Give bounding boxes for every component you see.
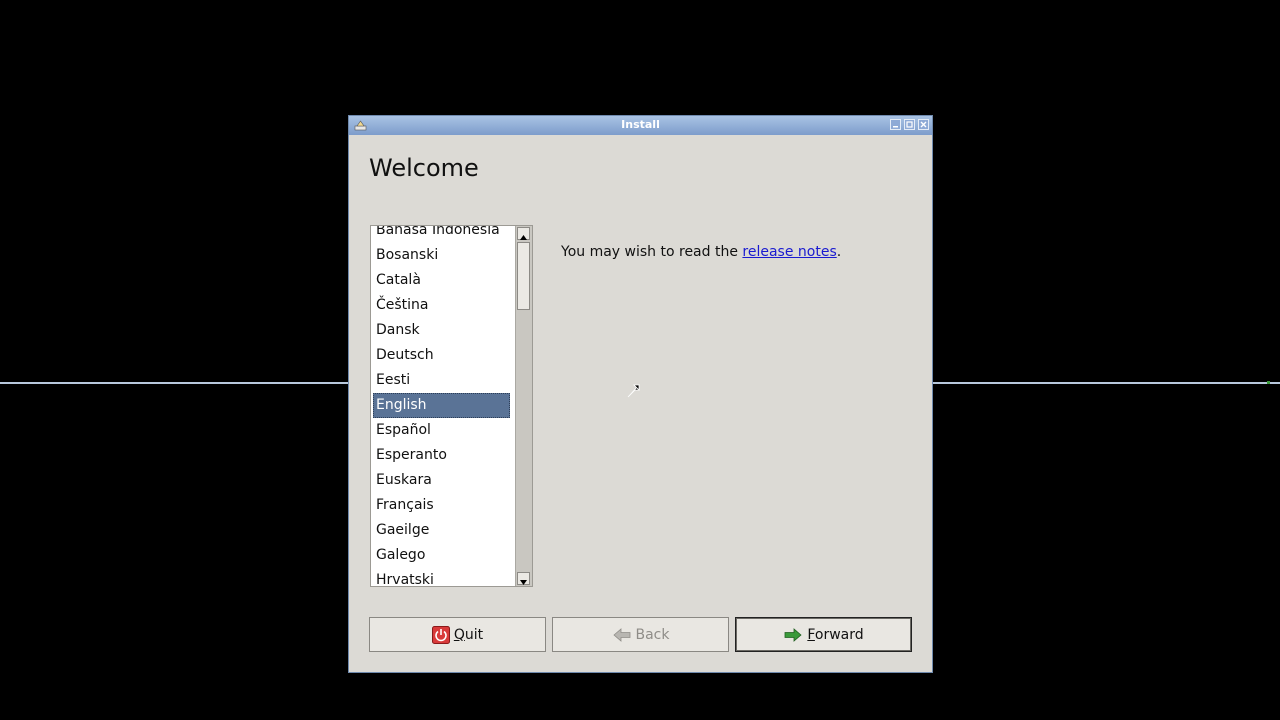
window-title: Install	[621, 118, 660, 131]
quit-label: Quit	[453, 626, 484, 643]
page-title: Welcome	[369, 154, 479, 182]
language-item[interactable]: Bosanski	[371, 243, 512, 268]
language-item[interactable]: Deutsch	[371, 343, 512, 368]
language-item[interactable]: Dansk	[371, 318, 512, 343]
release-notes-prefix: You may wish to read the	[561, 244, 743, 260]
language-item[interactable]: Español	[371, 418, 512, 443]
arrow-down-icon	[520, 580, 527, 585]
quit-button[interactable]: Quit	[369, 617, 546, 652]
language-items: Bahasa Indonesia Bosanski Català Čeština Dan…	[371, 226, 512, 586]
release-notes-suffix: .	[836, 244, 842, 260]
forward-arrow-icon	[784, 627, 802, 642]
close-button[interactable]	[918, 119, 929, 130]
back-label: Back	[635, 626, 670, 643]
minimize-icon	[893, 126, 898, 128]
release-notes-text: You may wish to read the release notes.	[561, 244, 841, 260]
language-item[interactable]: Français	[371, 493, 512, 518]
maximize-button[interactable]	[904, 119, 915, 130]
back-button[interactable]: Back	[552, 617, 729, 652]
language-item[interactable]: Euskara	[371, 468, 512, 493]
language-item[interactable]: Català	[371, 268, 512, 293]
line-end-dot	[1267, 381, 1270, 384]
minimize-button[interactable]	[890, 119, 901, 130]
language-item[interactable]: English	[373, 393, 510, 418]
language-item[interactable]: Eesti	[371, 368, 512, 393]
language-item[interactable]: Gaeilge	[371, 518, 512, 543]
forward-label: Forward	[807, 626, 864, 643]
maximize-icon	[906, 121, 913, 128]
close-icon	[920, 121, 927, 128]
language-item[interactable]: Esperanto	[371, 443, 512, 468]
scroll-down-button[interactable]	[517, 572, 530, 585]
language-item[interactable]: Čeština	[371, 293, 512, 318]
scroll-thumb[interactable]	[517, 242, 530, 310]
language-item[interactable]: Galego	[371, 543, 512, 568]
release-notes-link[interactable]: release notes	[742, 244, 836, 260]
language-item[interactable]: Bahasa Indonesia	[371, 226, 512, 243]
forward-button[interactable]: Forward	[735, 617, 912, 652]
scroll-up-button[interactable]	[517, 227, 530, 240]
language-item[interactable]: Hrvatski	[371, 568, 512, 586]
back-arrow-icon	[612, 627, 630, 642]
title-bar[interactable]: Install	[349, 116, 932, 135]
power-icon	[431, 625, 450, 644]
language-list-scrollbar[interactable]	[515, 226, 532, 586]
language-list[interactable]: Bahasa Indonesia Bosanski Català Čeština Dan…	[370, 225, 533, 587]
mouse-cursor-icon	[627, 383, 640, 398]
